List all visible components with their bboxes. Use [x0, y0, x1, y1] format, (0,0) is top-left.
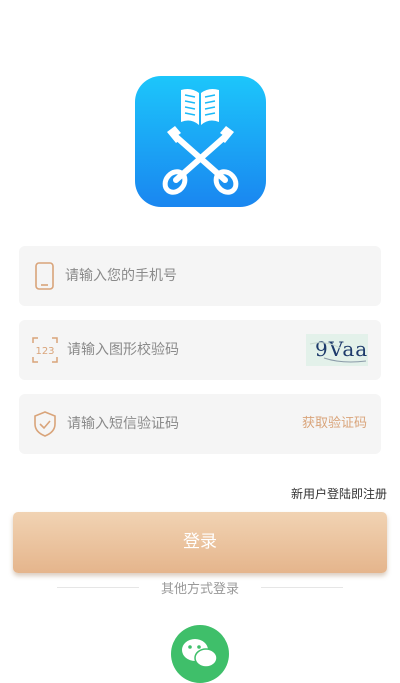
wechat-login-button[interactable] [171, 625, 229, 683]
app-logo [135, 76, 266, 207]
phone-field[interactable]: 请输入您的手机号 [19, 246, 381, 306]
phone-input[interactable]: 请输入您的手机号 [65, 246, 177, 306]
sms-code-input[interactable]: 请输入短信验证码 [67, 394, 179, 454]
login-button[interactable]: 登录 [13, 512, 387, 573]
captcha-input[interactable]: 请输入图形校验码 [67, 320, 179, 380]
captcha-noise [309, 342, 367, 363]
sms-code-field[interactable]: 请输入短信验证码 获取验证码 [19, 394, 381, 454]
wechat-icon [182, 639, 218, 668]
other-login-label: 其他方式登录 [160, 582, 239, 597]
captcha-field[interactable]: 123 请输入图形校验码 9Vaa [19, 320, 381, 380]
svg-text:123: 123 [35, 346, 54, 357]
number-123-icon: 123 [32, 337, 58, 363]
phone-icon [35, 262, 54, 290]
shield-check-icon [34, 411, 56, 437]
book-keys-icon [162, 89, 239, 195]
register-link[interactable]: 新用户登陆即注册 [291, 485, 387, 502]
captcha-image[interactable]: 9Vaa [306, 334, 368, 366]
get-code-button[interactable]: 获取验证码 [302, 394, 367, 454]
